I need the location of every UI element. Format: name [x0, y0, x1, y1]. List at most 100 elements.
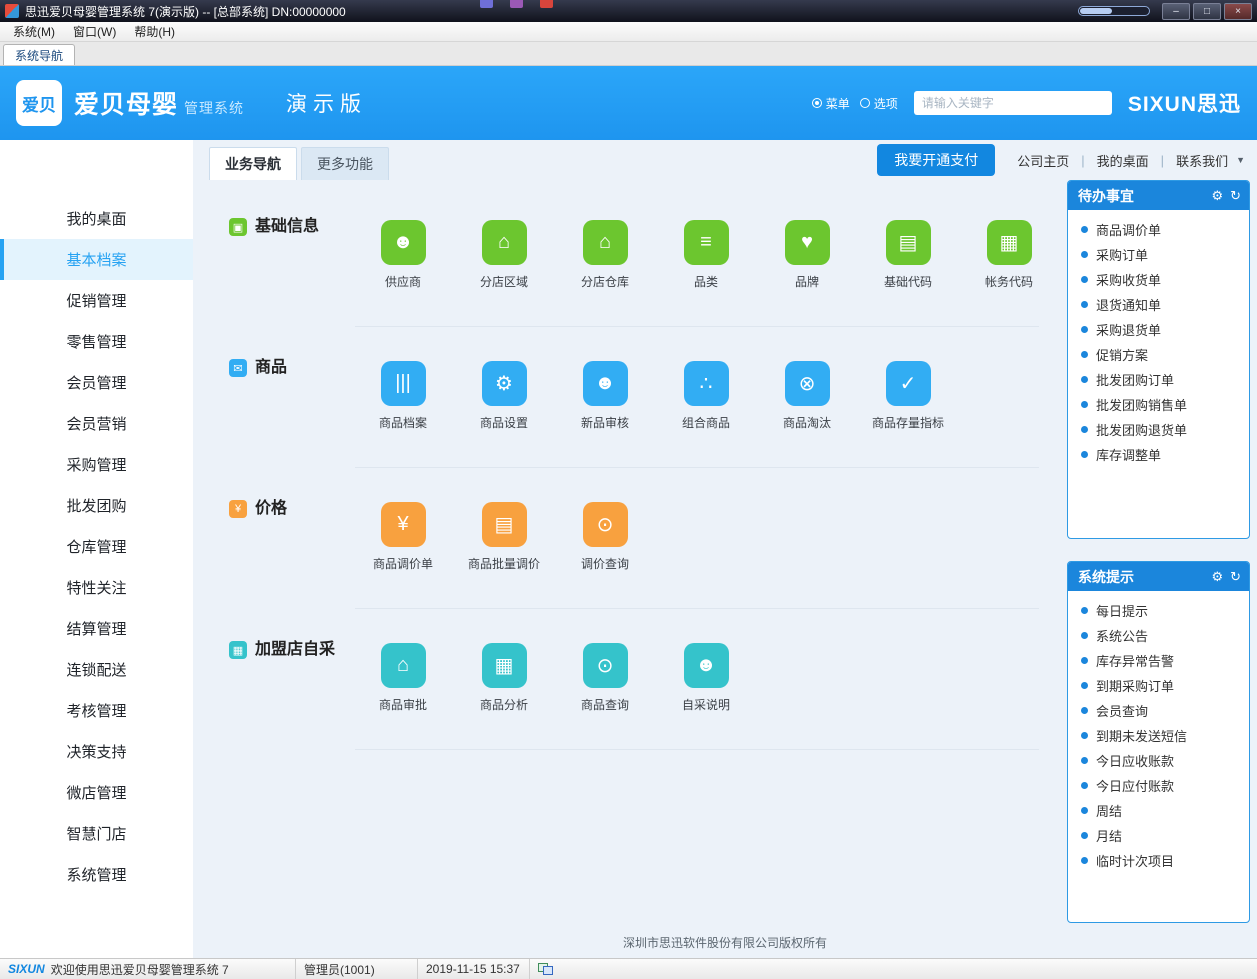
panel-title: 待办事宜 — [1078, 187, 1134, 204]
tile-label: 分店仓库 — [580, 275, 629, 289]
gear-icon[interactable]: ⚙ — [1211, 569, 1223, 585]
sidebar-item[interactable]: 基本档案 — [0, 239, 193, 280]
tab-system-navigation[interactable]: 系统导航 — [3, 44, 76, 65]
panel-item[interactable]: 采购收货单 — [1068, 267, 1249, 292]
panel-item-label: 库存调整单 — [1096, 448, 1162, 463]
current-user: 管理员(1001) — [296, 959, 418, 979]
chevron-down-icon[interactable]: ▼ — [1236, 155, 1245, 165]
panel-item[interactable]: 每日提示 — [1068, 598, 1249, 623]
bullet-icon — [1081, 807, 1088, 814]
feature-tile[interactable]: ⊙ 商品查询 — [557, 643, 653, 713]
maximize-button[interactable]: □ — [1193, 2, 1221, 20]
feature-tile[interactable]: ∴ 组合商品 — [658, 361, 754, 431]
gear-icon[interactable]: ⚙ — [1211, 188, 1223, 204]
feature-tile[interactable]: ≡ 品类 — [658, 220, 754, 290]
panel-item[interactable]: 今日应付账款 — [1068, 773, 1249, 798]
sidebar-item[interactable]: 智慧门店 — [0, 813, 193, 854]
bullet-icon — [1081, 657, 1088, 664]
sidebar-item[interactable]: 考核管理 — [0, 690, 193, 731]
sidebar-item[interactable]: 连锁配送 — [0, 649, 193, 690]
top-link[interactable]: 联系我们 — [1172, 151, 1232, 170]
feature-tile[interactable]: ✓ 商品存量指标 — [860, 361, 956, 431]
panel-item[interactable]: 月结 — [1068, 823, 1249, 848]
feature-tile[interactable]: ▦ 帐务代码 — [961, 220, 1057, 290]
basic-info-section: ▣ 基础信息 ☻ 供应商 ⌂ 分店区域 ⌂ 分店仓库 ≡ 品类 ♥ 品牌 ▤ 基础代码 ▦ 帐务代码 — [229, 186, 1039, 327]
search-input[interactable] — [913, 91, 1112, 115]
sidebar-item[interactable]: 仓库管理 — [0, 526, 193, 567]
menu-item[interactable]: 窗口(W) — [64, 22, 125, 41]
sidebar-item[interactable]: 会员营销 — [0, 403, 193, 444]
feature-tile[interactable]: ¥ 商品调价单 — [355, 502, 451, 572]
feature-tile[interactable]: ☻ 供应商 — [355, 220, 451, 290]
top-link[interactable]: 公司主页 — [1013, 151, 1073, 170]
panel-item[interactable]: 会员查询 — [1068, 698, 1249, 723]
feature-tile[interactable]: ⌂ 商品审批 — [355, 643, 451, 713]
feature-tile[interactable]: ⚙ 商品设置 — [456, 361, 552, 431]
menu-item[interactable]: 系统(M) — [4, 22, 64, 41]
panel-item[interactable]: 批发团购退货单 — [1068, 417, 1249, 442]
statusbar: SIXUN 欢迎使用思迅爱贝母婴管理系统 7 管理员(1001) 2019-11… — [0, 958, 1257, 979]
close-button[interactable]: × — [1224, 2, 1252, 20]
panel-item[interactable]: 促销方案 — [1068, 342, 1249, 367]
panel-item[interactable]: 临时计次项目 — [1068, 848, 1249, 873]
top-link[interactable]: 我的桌面 — [1093, 151, 1153, 170]
feature-tile[interactable]: ▦ 商品分析 — [456, 643, 552, 713]
panel-item[interactable]: 库存调整单 — [1068, 442, 1249, 467]
section-tiles: ¥ 商品调价单 ▤ 商品批量调价 ⊙ 调价查询 — [355, 468, 1039, 609]
sidebar-item[interactable]: 系统管理 — [0, 854, 193, 895]
sidebar-item[interactable]: 决策支持 — [0, 731, 193, 772]
panel-item[interactable]: 退货通知单 — [1068, 292, 1249, 317]
feature-tile[interactable]: ⊙ 调价查询 — [557, 502, 653, 572]
sidebar-item[interactable]: 特性关注 — [0, 567, 193, 608]
panel-item[interactable]: 库存异常告警 — [1068, 648, 1249, 673]
panel-item[interactable]: 商品调价单 — [1068, 217, 1249, 242]
sidebar-item[interactable]: 批发团购 — [0, 485, 193, 526]
feature-tile[interactable]: ⊗ 商品淘汰 — [759, 361, 855, 431]
feature-tile[interactable]: ▤ 基础代码 — [860, 220, 956, 290]
feature-tile[interactable]: ♥ 品牌 — [759, 220, 855, 290]
sidebar-item[interactable]: 零售管理 — [0, 321, 193, 362]
panel-item[interactable]: 到期未发送短信 — [1068, 723, 1249, 748]
feature-tile[interactable]: ▤ 商品批量调价 — [456, 502, 552, 572]
feature-tile[interactable]: ☻ 新品审核 — [557, 361, 653, 431]
feature-tile[interactable]: ⌂ 分店区域 — [456, 220, 552, 290]
volume-indicator[interactable] — [1078, 6, 1150, 16]
feature-tile[interactable]: ||| 商品档案 — [355, 361, 451, 431]
panel-item[interactable]: 采购退货单 — [1068, 317, 1249, 342]
radio-option[interactable]: 菜单 — [811, 95, 850, 112]
feature-tile[interactable]: ⌂ 分店仓库 — [557, 220, 653, 290]
product-archive-icon: ||| — [380, 361, 426, 406]
sidebar-item[interactable]: 采购管理 — [0, 444, 193, 485]
panel-item[interactable]: 采购订单 — [1068, 242, 1249, 267]
sidebar-item[interactable]: 微店管理 — [0, 772, 193, 813]
menu-item[interactable]: 帮助(H) — [125, 22, 184, 41]
network-icon — [538, 963, 553, 975]
sidebar-item[interactable]: 我的桌面 — [0, 198, 193, 239]
content-row: ▣ 基础信息 ☻ 供应商 ⌂ 分店区域 ⌂ 分店仓库 ≡ 品类 ♥ 品牌 ▤ 基础代码 ▦ 帐务代码 ✉ 商品 ||… — [193, 180, 1257, 932]
volume-fill — [1080, 8, 1112, 14]
panel-item[interactable]: 到期采购订单 — [1068, 673, 1249, 698]
base-code-icon: ▤ — [885, 220, 931, 265]
sidebar-item[interactable]: 会员管理 — [0, 362, 193, 403]
main-tab[interactable]: 更多功能 — [301, 147, 389, 180]
panel-item[interactable]: 系统公告 — [1068, 623, 1249, 648]
titlebar-peek-icon — [510, 0, 523, 8]
panel-item[interactable]: 周结 — [1068, 798, 1249, 823]
open-payment-button[interactable]: 我要开通支付 — [877, 144, 996, 176]
right-column: 待办事宜 ⚙ ↻ 商品调价单 采购订单 采购收货单 退货通知单 采购退货单 促销方案 批发团购订单… — [1067, 180, 1257, 932]
price-query-icon: ⊙ — [582, 502, 628, 547]
sidebar-item[interactable]: 结算管理 — [0, 608, 193, 649]
banner: 爱贝 爱贝母婴管理系统 演示版 菜单 选项 SIXUN思迅 — [0, 66, 1257, 140]
feature-tile[interactable]: ☻ 自采说明 — [658, 643, 754, 713]
refresh-icon[interactable]: ↻ — [1230, 569, 1241, 585]
panel-item[interactable]: 今日应收账款 — [1068, 748, 1249, 773]
main-tab[interactable]: 业务导航 — [209, 147, 297, 180]
sidebar-item[interactable]: 促销管理 — [0, 280, 193, 321]
body: 我的桌面 基本档案 促销管理 零售管理 会员管理 会员营销 采购管理 批发团购 仓库管理 特性关注… — [0, 140, 1257, 958]
minimize-button[interactable]: – — [1162, 2, 1190, 20]
branch-region-icon: ⌂ — [481, 220, 527, 265]
panel-item[interactable]: 批发团购销售单 — [1068, 392, 1249, 417]
radio-option[interactable]: 选项 — [859, 95, 898, 112]
refresh-icon[interactable]: ↻ — [1230, 188, 1241, 204]
panel-item[interactable]: 批发团购订单 — [1068, 367, 1249, 392]
